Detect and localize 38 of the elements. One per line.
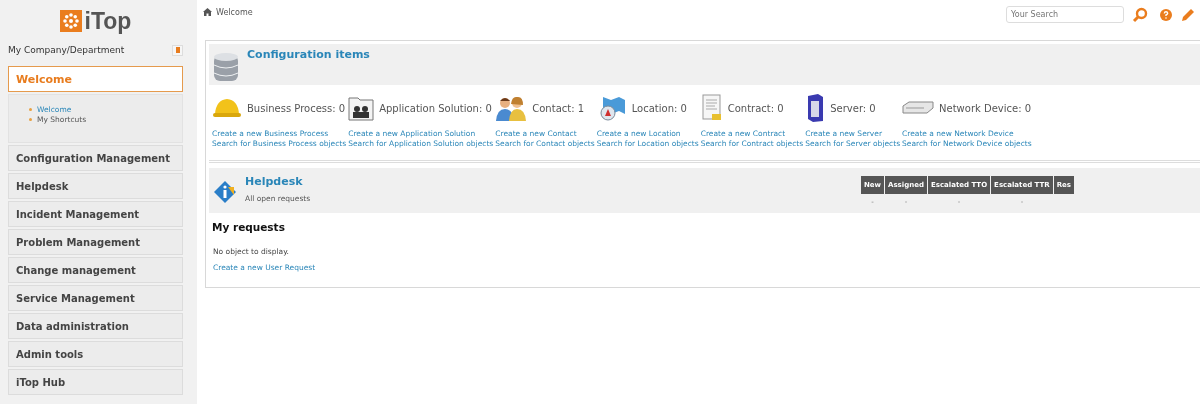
logo-icon (59, 10, 82, 32)
pin-button[interactable] (172, 44, 183, 56)
pin-icon (175, 47, 180, 53)
logo-text: iTop (84, 7, 132, 35)
home-icon[interactable] (203, 8, 212, 16)
menu-item[interactable]: Change management (8, 257, 183, 283)
menu-item[interactable]: Helpdesk (8, 173, 183, 199)
menu-item[interactable]: Configuration Management (8, 145, 183, 171)
document-icon (700, 94, 723, 122)
menu-item[interactable]: Data administration (8, 313, 183, 339)
section-title: Helpdesk (245, 175, 304, 188)
search-icon[interactable] (1132, 6, 1148, 23)
item-count: Business Process: 0 (247, 102, 346, 114)
item-count: Location: 0 (631, 102, 687, 114)
item-count: Application Solution: 0 (379, 102, 492, 114)
search-field[interactable]: Your Search (1006, 6, 1124, 23)
breadcrumb-link[interactable]: Welcome (216, 7, 253, 17)
menu-item[interactable]: Admin tools (8, 341, 183, 367)
menu-item[interactable]: Service Management (8, 285, 183, 311)
item-count: Network Device: 0 (939, 102, 1032, 114)
hard-hat-icon (212, 96, 242, 120)
item-count: Contact: 1 (532, 102, 585, 114)
server-icon (805, 93, 826, 123)
folder-people-icon (348, 95, 375, 121)
menu-item[interactable]: Welcome (8, 66, 183, 92)
menu-item[interactable]: Problem Management (8, 229, 183, 255)
section-title: Configuration items (247, 48, 370, 61)
list-title: My requests (212, 221, 286, 233)
organization-label: My Company/Department (8, 45, 125, 55)
menu-item[interactable]: Incident Management (8, 201, 183, 227)
help-icon[interactable] (1160, 8, 1172, 21)
people-icon (495, 95, 528, 121)
pencil-icon[interactable] (1180, 6, 1196, 23)
item-count: Contract: 0 (727, 102, 784, 114)
network-device-icon (902, 100, 935, 116)
menu-item[interactable]: iTop Hub (8, 369, 183, 395)
item-count: Server: 0 (830, 102, 876, 114)
info-icon (213, 180, 237, 204)
